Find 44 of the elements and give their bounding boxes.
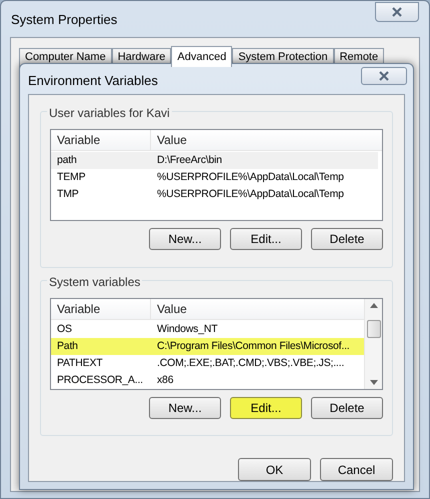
action-button[interactable]: New...	[149, 396, 221, 418]
scroll-up-icon[interactable]	[370, 302, 378, 308]
table-cell-text: Windows_NT	[156, 322, 218, 336]
table-cell-text: TMP	[56, 187, 80, 202]
table-cell-text: PATHEXT	[56, 356, 104, 370]
table-cell-text: %USERPROFILE%\AppData\Local\Temp	[156, 170, 345, 185]
table-cell-text: TEMP	[56, 170, 86, 185]
column-header[interactable]: Value	[151, 130, 382, 150]
list-row[interactable]: OS Windows_NT	[51, 320, 364, 338]
dialog-button[interactable]: OK	[238, 458, 311, 481]
list-row[interactable]: TMP %USERPROFILE%\AppData\Local\Temp	[51, 186, 382, 203]
list-row[interactable]: PROCESSOR_A... x86	[51, 372, 364, 388]
action-button[interactable]: Delete	[311, 396, 383, 418]
action-button[interactable]: Edit...	[230, 396, 302, 418]
close-icon	[378, 71, 390, 81]
action-button[interactable]: Edit...	[230, 228, 302, 250]
table-cell-text: x86	[156, 372, 174, 388]
list-row[interactable]: Path C:\Program Files\Common Files\Microsof...	[51, 338, 364, 354]
table-cell-text: path	[56, 153, 78, 168]
column-header[interactable]: Variable	[51, 298, 151, 318]
window-title: System Properties	[11, 11, 118, 29]
scrollbar[interactable]	[364, 298, 382, 388]
dialog-button[interactable]: Cancel	[320, 458, 393, 481]
column-header[interactable]: Variable	[51, 130, 151, 150]
scroll-thumb[interactable]	[366, 320, 380, 338]
table-cell-text: PROCESSOR_A...	[56, 372, 144, 388]
list-row[interactable]: PATHEXT .COM;.EXE;.BAT;.CMD;.VBS;.VBE;.JS;....	[51, 354, 364, 372]
table-cell-text: %USERPROFILE%\AppData\Local\Temp	[156, 187, 345, 202]
column-header[interactable]: Value	[151, 298, 364, 318]
action-button[interactable]: New...	[149, 228, 221, 250]
table-cell-text: OS	[56, 322, 73, 336]
close-icon	[391, 7, 403, 17]
table-cell-text: D:\FreeArc\bin	[156, 153, 223, 168]
table-cell-text: C:\Program Files\Common Files\Microsof...	[156, 338, 351, 354]
list-row[interactable]: TEMP %USERPROFILE%\AppData\Local\Temp	[51, 169, 382, 186]
tab[interactable]: Advanced	[171, 46, 232, 67]
table-cell-text: .COM;.EXE;.BAT;.CMD;.VBS;.VBE;.JS;....	[156, 356, 346, 370]
dialog-title: Environment Variables	[28, 72, 158, 90]
list-row[interactable]: path D:\FreeArc\bin	[51, 152, 378, 169]
close-button[interactable]	[361, 67, 407, 85]
close-button[interactable]	[375, 2, 419, 22]
table-cell-text: Path	[56, 338, 79, 354]
scroll-down-icon[interactable]	[370, 380, 378, 384]
action-button[interactable]: Delete	[311, 228, 383, 250]
